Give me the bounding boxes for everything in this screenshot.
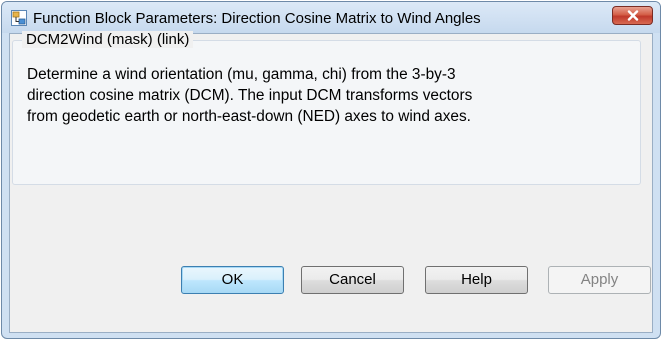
- help-button[interactable]: Help: [425, 266, 528, 294]
- description-line: from geodetic earth or north-east-down (…: [27, 108, 471, 125]
- close-x-icon: [627, 10, 639, 21]
- dialog-window: Function Block Parameters: Direction Cos…: [1, 1, 661, 339]
- cancel-button[interactable]: Cancel: [301, 266, 404, 294]
- apply-button[interactable]: Apply: [548, 266, 651, 294]
- mask-description: Determine a wind orientation (mu, gamma,…: [27, 64, 627, 127]
- simulink-block-icon: [11, 10, 27, 26]
- ok-button[interactable]: OK: [181, 266, 284, 294]
- description-line: Determine a wind orientation (mu, gamma,…: [27, 66, 456, 83]
- close-button[interactable]: [612, 6, 653, 25]
- description-line: direction cosine matrix (DCM). The input…: [27, 87, 473, 104]
- window-title: Function Block Parameters: Direction Cos…: [33, 10, 481, 27]
- title-bar[interactable]: Function Block Parameters: Direction Cos…: [2, 2, 660, 33]
- group-title: DCM2Wind (mask) (link): [22, 31, 194, 48]
